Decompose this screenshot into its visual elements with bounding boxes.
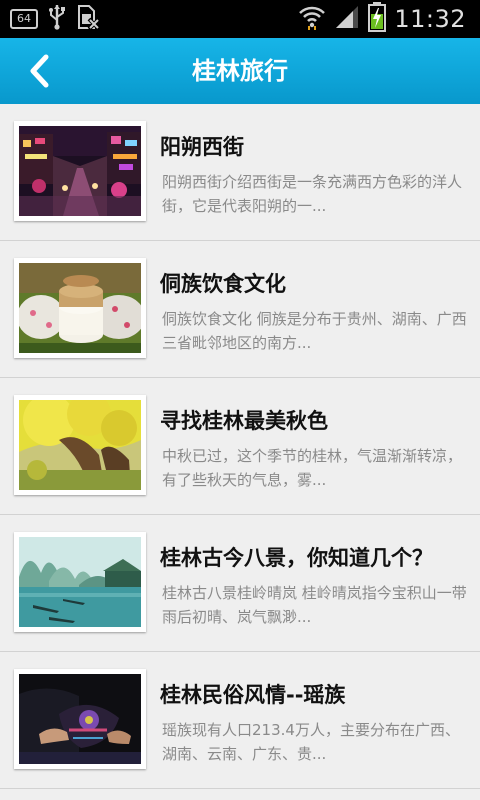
- wifi-icon: [298, 4, 326, 34]
- status-bar: 64 11:32: [0, 0, 480, 38]
- back-button[interactable]: [18, 48, 64, 94]
- river-boats-photo: [19, 537, 141, 627]
- thumbnail-frame: [14, 669, 146, 769]
- thumbnail-frame: [14, 258, 146, 358]
- embroidery-photo: [19, 674, 141, 764]
- article-title: 寻找桂林最美秋色: [160, 409, 328, 433]
- article-description: 侗族饮食文化 侗族是分布于贵州、湖南、广西三省毗邻地区的南方...: [162, 310, 467, 352]
- list-item[interactable]: 桂林民俗风情--瑶族 瑶族现有人口213.4万人，主要分布在广西、湖南、云南、广…: [0, 652, 480, 789]
- article-title: 侗族饮食文化: [160, 272, 286, 296]
- rice-cakes-photo: [19, 263, 141, 353]
- article-title: 阳朔西街: [160, 135, 244, 159]
- status-right: 11:32: [298, 2, 466, 36]
- thumbnail-frame: [14, 395, 146, 495]
- page-title: 桂林旅行: [192, 57, 288, 85]
- list-item[interactable]: 阳朔西街 阳朔西街介绍西街是一条充满西方色彩的洋人街，它是代表阳朔的一...: [0, 104, 480, 241]
- clock-text: 11:32: [394, 5, 466, 33]
- list-item[interactable]: 寻找桂林最美秋色 中秋已过，这个季节的桂林，气温渐渐转凉，有了些秋天的气息，雾.…: [0, 378, 480, 515]
- article-description: 桂林古八景桂岭晴岚 桂岭晴岚指今宝积山一带雨后初晴、岚气飘渺...: [162, 584, 467, 626]
- thumbnail-frame: [14, 532, 146, 632]
- usb-icon: [48, 4, 66, 34]
- article-description: 中秋已过，这个季节的桂林，气温渐渐转凉，有了些秋天的气息，雾...: [162, 447, 463, 489]
- list-item[interactable]: 桂林古今八景，你知道几个？ 桂林古八景桂岭晴岚 桂岭晴岚指今宝积山一带雨后初晴、…: [0, 515, 480, 652]
- night-street-photo: [19, 126, 141, 216]
- no-sim-icon: [76, 4, 101, 34]
- article-description: 瑶族现有人口213.4万人，主要分布在广西、湖南、云南、广东、贵...: [162, 721, 460, 763]
- article-title: 桂林民俗风情--瑶族: [160, 683, 346, 707]
- article-description: 阳朔西街介绍西街是一条充满西方色彩的洋人街，它是代表阳朔的一...: [162, 173, 463, 215]
- battery-charging-icon: [368, 2, 387, 36]
- signal-icon: [334, 4, 360, 34]
- app-header: 桂林旅行: [0, 38, 480, 104]
- article-title: 桂林古今八景，你知道几个？: [160, 546, 433, 570]
- thumbnail-frame: [14, 121, 146, 221]
- autumn-tree-photo: [19, 400, 141, 490]
- list-item[interactable]: 侗族饮食文化 侗族饮食文化 侗族是分布于贵州、湖南、广西三省毗邻地区的南方...: [0, 241, 480, 378]
- chevron-left-icon: [30, 54, 49, 88]
- status-left: 64: [10, 4, 101, 34]
- android-64-badge: 64: [10, 9, 38, 29]
- article-list: 阳朔西街 阳朔西街介绍西街是一条充满西方色彩的洋人街，它是代表阳朔的一... 侗…: [0, 104, 480, 800]
